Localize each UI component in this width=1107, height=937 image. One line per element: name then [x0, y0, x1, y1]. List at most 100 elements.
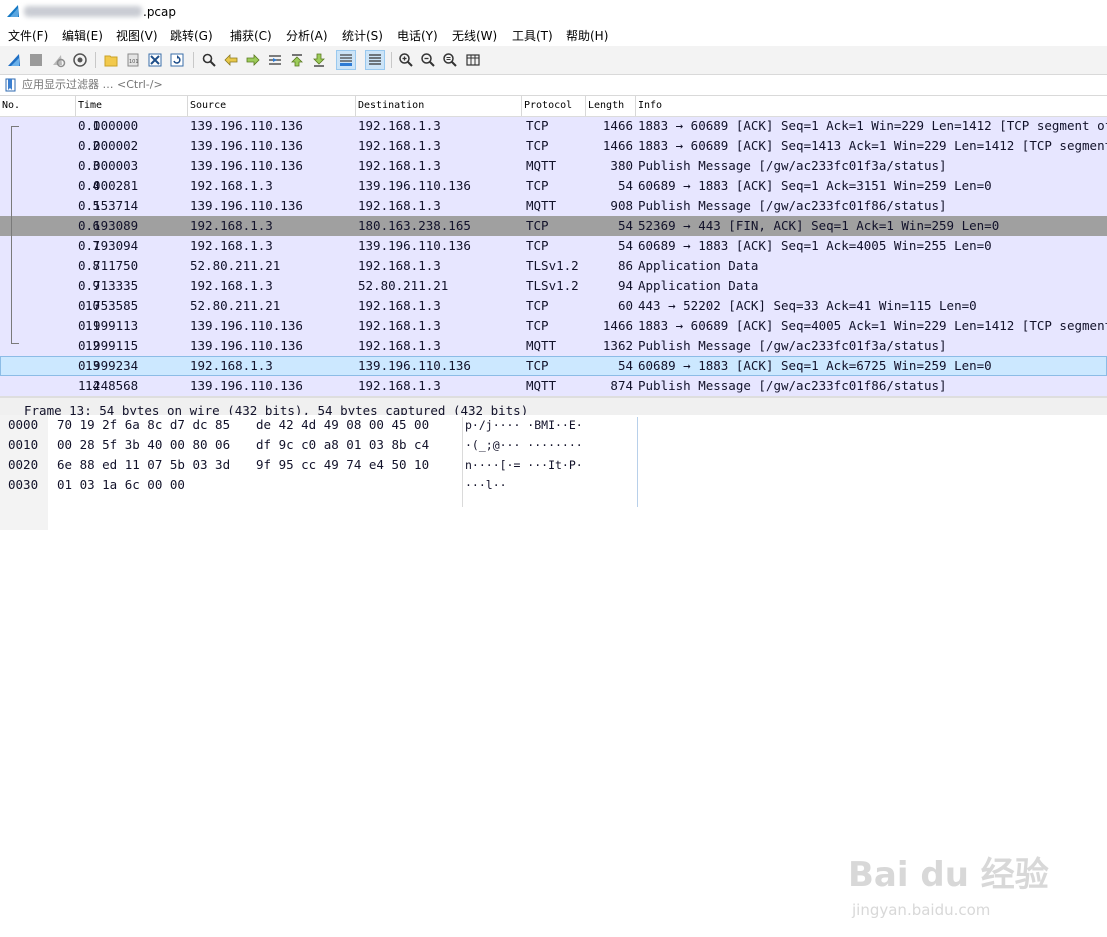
reload-file-icon[interactable] — [167, 50, 187, 70]
packet-source: 139.196.110.136 — [190, 318, 303, 333]
byte-row[interactable]: 0020 6e 88 ed 11 07 5b 03 3d 9f 95 cc 49 7… — [0, 455, 1107, 475]
column-header-length[interactable]: Length — [586, 96, 636, 116]
packet-row[interactable]: 10 0.753585 52.80.211.21 192.168.1.3 TCP 60 44… — [0, 296, 1107, 316]
byte-offset: 0010 — [8, 437, 39, 452]
colorize-icon[interactable] — [365, 50, 385, 70]
go-last-icon[interactable] — [309, 50, 329, 70]
packet-protocol: TCP — [526, 358, 549, 373]
packet-source: 192.168.1.3 — [190, 278, 273, 293]
packet-source: 139.196.110.136 — [190, 338, 303, 353]
packet-row[interactable]: 5 0.153714 139.196.110.136 192.168.1.3 MQTT 9… — [0, 196, 1107, 216]
menu-wireless[interactable]: 无线(W) — [452, 27, 497, 44]
hex-bytes-left: 01 03 1a 6c 00 00 — [57, 477, 185, 492]
packet-info: Publish Message [/gw/ac233fc01f86/status… — [638, 378, 947, 393]
column-header-info[interactable]: Info — [636, 96, 1107, 116]
ascii-bytes: ···l·· — [465, 478, 507, 492]
column-header-source[interactable]: Source — [188, 96, 356, 116]
packet-row[interactable]: 8 0.711750 52.80.211.21 192.168.1.3 TLSv1.2 8… — [0, 256, 1107, 276]
go-first-icon[interactable] — [287, 50, 307, 70]
restart-capture-icon[interactable] — [48, 50, 68, 70]
menu-go[interactable]: 跳转(G) — [170, 27, 213, 44]
packet-source: 139.196.110.136 — [190, 378, 303, 393]
resize-columns-icon[interactable] — [463, 50, 483, 70]
byte-row[interactable]: 0010 00 28 5f 3b 40 00 80 06 df 9c c0 a8 0… — [0, 435, 1107, 455]
packet-protocol: TCP — [526, 218, 549, 233]
packet-row[interactable]: 12 0.999115 139.196.110.136 192.168.1.3 MQTT… — [0, 336, 1107, 356]
menu-telephony[interactable]: 电话(Y) — [397, 27, 438, 44]
packet-length: 54 — [617, 238, 633, 253]
column-header-no[interactable]: No. — [0, 96, 76, 116]
packet-source: 192.168.1.3 — [190, 218, 273, 233]
packet-info: Application Data — [638, 258, 759, 273]
column-header-time[interactable]: Time — [76, 96, 188, 116]
open-folder-icon[interactable] — [101, 50, 121, 70]
conversation-bracket-end — [11, 343, 19, 344]
zoom-reset-icon[interactable] — [440, 50, 460, 70]
packet-row[interactable]: 2 0.000002 139.196.110.136 192.168.1.3 TCP 14… — [0, 136, 1107, 156]
packet-protocol: MQTT — [526, 338, 557, 353]
byte-row[interactable]: 0000 70 19 2f 6a 8c d7 dc 85 de 42 4d 49 0… — [0, 415, 1107, 435]
menu-edit[interactable]: 编辑(E) — [62, 27, 103, 44]
packet-info: 52369 → 443 [FIN, ACK] Seq=1 Ack=1 Win=2… — [638, 218, 1000, 233]
menu-view[interactable]: 视图(V) — [116, 27, 158, 44]
hex-bytes-left: 00 28 5f 3b 40 00 80 06 — [57, 437, 231, 452]
hex-bytes-left: 70 19 2f 6a 8c d7 dc 85 — [57, 417, 231, 432]
packet-row[interactable]: 11 0.999113 139.196.110.136 192.168.1.3 TCP 1… — [0, 316, 1107, 336]
capture-options-icon[interactable] — [70, 50, 90, 70]
go-to-packet-icon[interactable] — [265, 50, 285, 70]
packet-row[interactable]: 3 0.000003 139.196.110.136 192.168.1.3 MQTT 3… — [0, 156, 1107, 176]
zoom-in-icon[interactable] — [396, 50, 416, 70]
packet-length: 60 — [617, 298, 633, 313]
menu-statistics[interactable]: 统计(S) — [342, 27, 383, 44]
packet-row[interactable]: 13 0.999234 192.168.1.3 139.196.110.136 TCP 5… — [0, 356, 1107, 376]
menu-file[interactable]: 文件(F) — [8, 27, 48, 44]
byte-row[interactable]: 0030 01 03 1a 6c 00 00 ···l·· — [0, 475, 1107, 495]
go-forward-icon[interactable] — [243, 50, 263, 70]
packet-destination: 192.168.1.3 — [358, 118, 441, 133]
stop-square-icon[interactable] — [26, 50, 46, 70]
menu-bar: 文件(F) 编辑(E) 视图(V) 跳转(G) 捕获(C) 分析(A) 统计(S… — [0, 24, 1107, 46]
go-back-icon[interactable] — [221, 50, 241, 70]
packet-row[interactable]: 1 0.000000 139.196.110.136 192.168.1.3 TCP 14… — [0, 116, 1107, 136]
packet-time: 0.999115 — [78, 338, 139, 353]
packet-length: 54 — [617, 218, 633, 233]
save-file-icon[interactable]: 101 — [123, 50, 143, 70]
zoom-out-icon[interactable] — [418, 50, 438, 70]
packet-source: 139.196.110.136 — [190, 158, 303, 173]
packet-time: 0.153714 — [78, 198, 139, 213]
packet-time: 0.753585 — [78, 298, 139, 313]
auto-scroll-icon[interactable] — [336, 50, 356, 70]
menu-analyze[interactable]: 分析(A) — [286, 27, 328, 44]
column-header-destination[interactable]: Destination — [356, 96, 522, 116]
packet-row[interactable]: 4 0.000281 192.168.1.3 139.196.110.136 TCP 54… — [0, 176, 1107, 196]
display-filter-input[interactable] — [22, 76, 1102, 92]
packet-destination: 52.80.211.21 — [358, 278, 449, 293]
column-header-protocol[interactable]: Protocol — [522, 96, 586, 116]
packet-source: 139.196.110.136 — [190, 198, 303, 213]
menu-help[interactable]: 帮助(H) — [566, 27, 608, 44]
filter-bookmark-icon[interactable] — [4, 78, 18, 92]
packet-source: 52.80.211.21 — [190, 258, 281, 273]
window-title: .pcap — [143, 5, 176, 19]
packet-row[interactable]: 9 0.713335 192.168.1.3 52.80.211.21 TLSv1.2 9… — [0, 276, 1107, 296]
packet-row[interactable]: 14 1.248568 139.196.110.136 192.168.1.3 MQTT… — [0, 376, 1107, 396]
packet-length: 54 — [617, 178, 633, 193]
packet-protocol: TCP — [526, 318, 549, 333]
packet-info: 60689 → 1883 [ACK] Seq=1 Ack=6725 Win=25… — [638, 358, 992, 373]
packet-row[interactable]: 6 0.193089 192.168.1.3 180.163.238.165 TCP 54… — [0, 216, 1107, 236]
packet-time: 0.000281 — [78, 178, 139, 193]
packet-destination: 192.168.1.3 — [358, 158, 441, 173]
packet-time: 0.193089 — [78, 218, 139, 233]
packet-protocol: MQTT — [526, 198, 557, 213]
ascii-bytes: ·(_;@··· ········ — [465, 438, 583, 452]
find-packet-icon[interactable] — [199, 50, 219, 70]
packet-info: 443 → 52202 [ACK] Seq=33 Ack=41 Win=115 … — [638, 298, 977, 313]
close-file-icon[interactable] — [145, 50, 165, 70]
menu-tools[interactable]: 工具(T) — [512, 27, 553, 44]
packet-length: 1466 — [602, 118, 633, 133]
packet-rows: 1 0.000000 139.196.110.136 192.168.1.3 TCP 14… — [0, 116, 1107, 396]
packet-row[interactable]: 7 0.193094 192.168.1.3 139.196.110.136 TCP 54… — [0, 236, 1107, 256]
menu-capture[interactable]: 捕获(C) — [230, 27, 272, 44]
shark-fin-start-icon[interactable] — [4, 50, 24, 70]
watermark-logo-text: Bai du 经验 — [848, 855, 1049, 895]
